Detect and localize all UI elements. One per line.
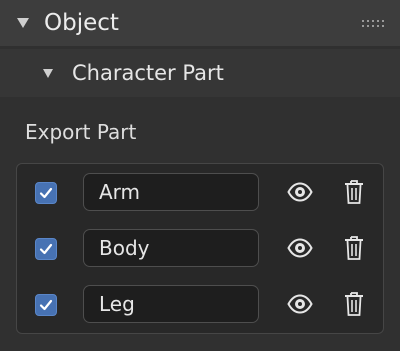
part-name-field[interactable]: Body — [83, 229, 259, 267]
trash-icon[interactable] — [344, 179, 364, 205]
part-name-field[interactable]: Arm — [83, 173, 259, 211]
trash-icon[interactable] — [344, 235, 364, 261]
object-panel-title: Object — [44, 10, 119, 36]
character-part-title: Character Part — [72, 61, 224, 85]
checkmark-icon — [39, 299, 53, 311]
triangle-down-icon[interactable] — [43, 69, 53, 78]
checkmark-icon — [39, 187, 53, 199]
list-item: Body — [17, 220, 383, 276]
character-part-header[interactable]: Character Part — [0, 49, 400, 97]
properties-panel: Object Character Part Export Part Arm Bo… — [0, 0, 400, 351]
eye-icon[interactable] — [287, 293, 313, 315]
list-item: Arm — [17, 164, 383, 220]
trash-icon[interactable] — [344, 291, 364, 317]
checkmark-icon — [39, 243, 53, 255]
export-part-label: Export Part — [25, 120, 137, 144]
export-part-list: Arm Body Leg — [16, 163, 384, 334]
eye-icon[interactable] — [287, 181, 313, 203]
list-item: Leg — [17, 276, 383, 332]
eye-icon[interactable] — [287, 237, 313, 259]
drag-handle-icon[interactable] — [362, 20, 384, 28]
part-name-field[interactable]: Leg — [83, 285, 259, 323]
enable-checkbox[interactable] — [35, 182, 57, 204]
enable-checkbox[interactable] — [35, 238, 57, 260]
triangle-down-icon[interactable] — [17, 18, 29, 28]
object-panel-header[interactable]: Object — [0, 0, 400, 46]
enable-checkbox[interactable] — [35, 294, 57, 316]
